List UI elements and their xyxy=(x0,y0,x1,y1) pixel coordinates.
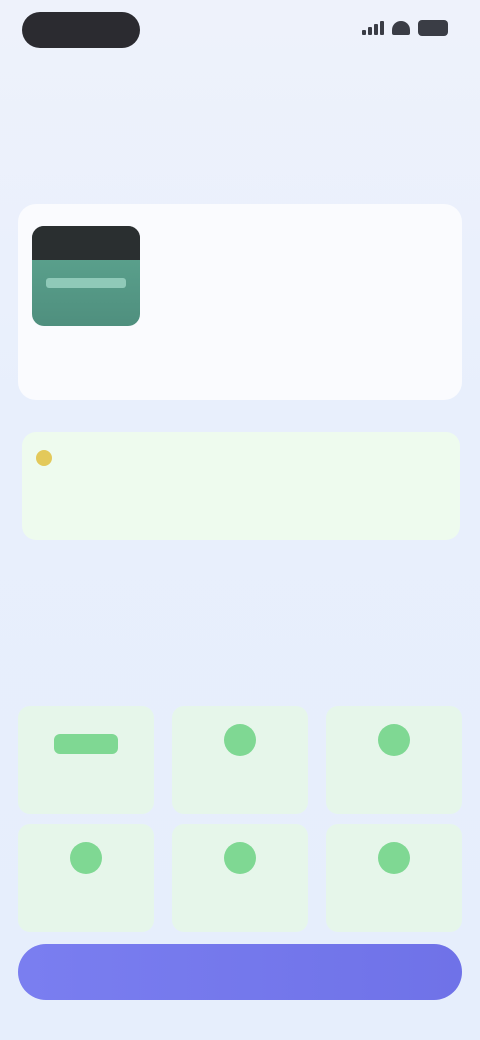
page-tagline xyxy=(60,172,420,192)
feature-item[interactable] xyxy=(172,824,308,932)
feature-item[interactable] xyxy=(326,706,462,814)
feature-icon xyxy=(378,842,410,874)
features-subtitle xyxy=(80,674,400,688)
feature-icon xyxy=(378,724,410,756)
promo-banner[interactable] xyxy=(22,432,460,540)
feature-icon xyxy=(54,734,118,754)
promo-title xyxy=(36,450,70,466)
feature-item[interactable] xyxy=(18,824,154,932)
features-grid xyxy=(18,706,462,932)
feature-icon xyxy=(70,842,102,874)
status-icons xyxy=(362,20,448,36)
feature-icon xyxy=(224,842,256,874)
feature-icon xyxy=(224,724,256,756)
product-jar-image xyxy=(32,226,140,326)
feature-item[interactable] xyxy=(326,824,462,932)
battery-icon xyxy=(418,20,448,36)
top-caption xyxy=(60,76,420,96)
feature-item[interactable] xyxy=(18,706,154,814)
product-meta xyxy=(40,352,440,372)
primary-cta-button[interactable] xyxy=(18,944,462,1000)
feature-item[interactable] xyxy=(172,706,308,814)
wifi-icon xyxy=(392,21,410,35)
signal-icon xyxy=(362,21,384,35)
status-pill xyxy=(22,12,140,48)
status-bar xyxy=(0,0,480,60)
coin-icon xyxy=(36,450,52,466)
